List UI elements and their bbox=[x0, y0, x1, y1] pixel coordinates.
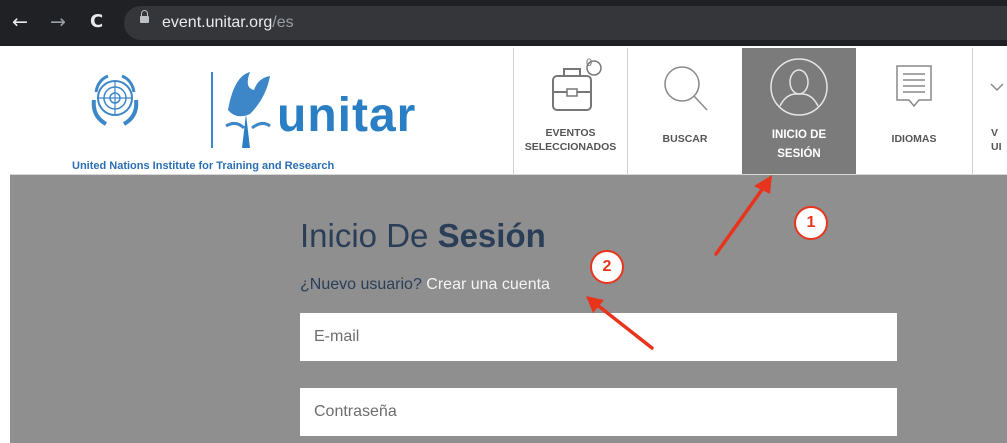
nav-tile-login-line1: INICIO DE bbox=[771, 129, 827, 141]
email-field[interactable] bbox=[300, 313, 897, 361]
nav-tile-partial-line1: V bbox=[991, 127, 999, 139]
nav-tile-login[interactable]: INICIO DE SESIÓN bbox=[742, 48, 856, 174]
nav-tile-eventos-line1: EVENTOS bbox=[545, 127, 596, 139]
un-emblem-icon bbox=[91, 74, 139, 126]
document-icon bbox=[896, 65, 932, 108]
nav-tile-partial[interactable]: V UI bbox=[972, 48, 1007, 174]
page-title: Inicio De Sesión bbox=[300, 217, 546, 255]
brand-name: unitar bbox=[277, 89, 417, 142]
back-arrow-icon[interactable]: ← bbox=[12, 10, 28, 34]
site-header: unitar United Nations Institute for Trai… bbox=[10, 46, 1007, 175]
new-user-text: ¿Nuevo usuario? bbox=[300, 276, 427, 293]
annotation-badge-2: 2 bbox=[590, 250, 624, 284]
url-host: event.unitar.org bbox=[162, 14, 273, 31]
new-user-prompt: ¿Nuevo usuario? Crear una cuenta bbox=[300, 276, 550, 294]
briefcase-icon bbox=[551, 60, 602, 111]
logo-divider bbox=[211, 72, 213, 148]
user-icon bbox=[770, 58, 828, 116]
nav-tile-eventos-line2: SELECCIONADOS bbox=[524, 141, 617, 153]
brand-tagline: United Nations Institute for Training an… bbox=[72, 160, 335, 172]
reload-icon[interactable]: C bbox=[90, 10, 103, 34]
events-count-badge: 0 bbox=[586, 57, 593, 69]
unitar-logo[interactable]: unitar United Nations Institute for Trai… bbox=[72, 66, 415, 176]
nav-tile-login-line2: SESIÓN bbox=[777, 148, 821, 160]
password-field[interactable] bbox=[300, 388, 897, 436]
nav-tile-buscar[interactable]: BUSCAR bbox=[627, 48, 742, 174]
url-path: /es bbox=[272, 14, 294, 31]
url-text[interactable]: event.unitar.org/es bbox=[162, 14, 294, 32]
nav-tile-partial-line2: UI bbox=[991, 141, 1002, 153]
nav-tile-idiomas[interactable]: IDIOMAS bbox=[857, 48, 971, 174]
flame-emblem-icon bbox=[225, 72, 271, 148]
nav-tile-buscar-label: BUSCAR bbox=[662, 133, 708, 145]
nav-tile-idiomas-label: IDIOMAS bbox=[891, 133, 937, 145]
nav-tile-eventos[interactable]: 0 EVENTOS SELECCIONADOS bbox=[513, 48, 627, 174]
search-icon bbox=[664, 66, 708, 111]
lock-icon bbox=[140, 10, 149, 23]
page-title-regular: Inicio De bbox=[300, 217, 438, 254]
forward-arrow-icon[interactable]: → bbox=[50, 10, 66, 34]
chevron-icon bbox=[990, 83, 1004, 92]
page-title-bold: Sesión bbox=[437, 217, 546, 254]
browser-toolbar: ← → C event.unitar.org/es bbox=[0, 0, 1007, 46]
login-section: Inicio De Sesión ¿Nuevo usuario? Crear u… bbox=[10, 175, 1007, 443]
create-account-link[interactable]: Crear una cuenta bbox=[426, 276, 550, 293]
annotation-badge-1: 1 bbox=[794, 206, 828, 240]
